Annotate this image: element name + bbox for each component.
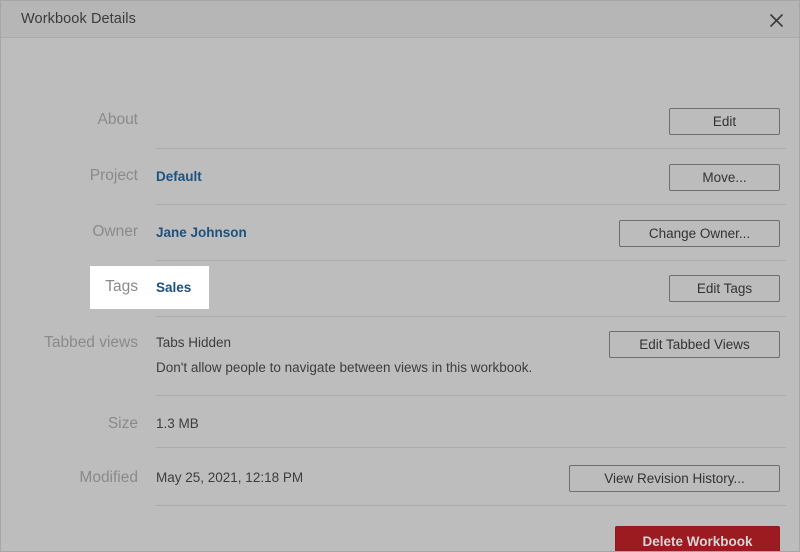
- workbook-details-dialog: Workbook Details About Edit Project Defa…: [0, 0, 800, 552]
- project-link[interactable]: Default: [156, 169, 202, 184]
- modified-value: May 25, 2021, 12:18 PM: [156, 470, 304, 485]
- row-label-modified: Modified: [79, 469, 138, 486]
- dialog-title: Workbook Details: [21, 11, 136, 27]
- row-divider: [156, 316, 786, 317]
- dialog-body: About Edit Project Default Move... Owner…: [1, 38, 799, 551]
- edit-tabbed-views-button[interactable]: Edit Tabbed Views: [609, 331, 780, 358]
- row-divider: [156, 395, 786, 396]
- move-button[interactable]: Move...: [669, 164, 780, 191]
- row-divider: [156, 260, 786, 261]
- tabbed-views-value: Tabs Hidden: [156, 335, 232, 350]
- view-revision-history-button[interactable]: View Revision History...: [569, 465, 780, 492]
- row-label-owner: Owner: [92, 223, 138, 240]
- change-owner-button[interactable]: Change Owner...: [619, 220, 780, 247]
- owner-link[interactable]: Jane Johnson: [156, 225, 247, 240]
- delete-workbook-button[interactable]: Delete Workbook: [615, 526, 780, 551]
- row-divider: [156, 505, 786, 506]
- row-label-about: About: [97, 111, 138, 128]
- edit-tags-button[interactable]: Edit Tags: [669, 275, 780, 302]
- row-label-tabbed-views: Tabbed views: [44, 334, 138, 351]
- size-value: 1.3 MB: [156, 416, 199, 431]
- row-label-size: Size: [107, 415, 138, 432]
- row-label-tags: Tags: [105, 278, 138, 295]
- row-divider: [156, 204, 786, 205]
- row-divider: [156, 148, 786, 149]
- tabbed-views-description: Don't allow people to navigate between v…: [156, 360, 533, 375]
- close-icon[interactable]: [763, 7, 789, 33]
- row-divider: [156, 447, 786, 448]
- dialog-titlebar: Workbook Details: [1, 1, 799, 38]
- tag-link-sales[interactable]: Sales: [156, 280, 191, 295]
- edit-button[interactable]: Edit: [669, 108, 780, 135]
- row-label-project: Project: [89, 167, 138, 184]
- tags-highlight: Tags Sales: [90, 266, 209, 309]
